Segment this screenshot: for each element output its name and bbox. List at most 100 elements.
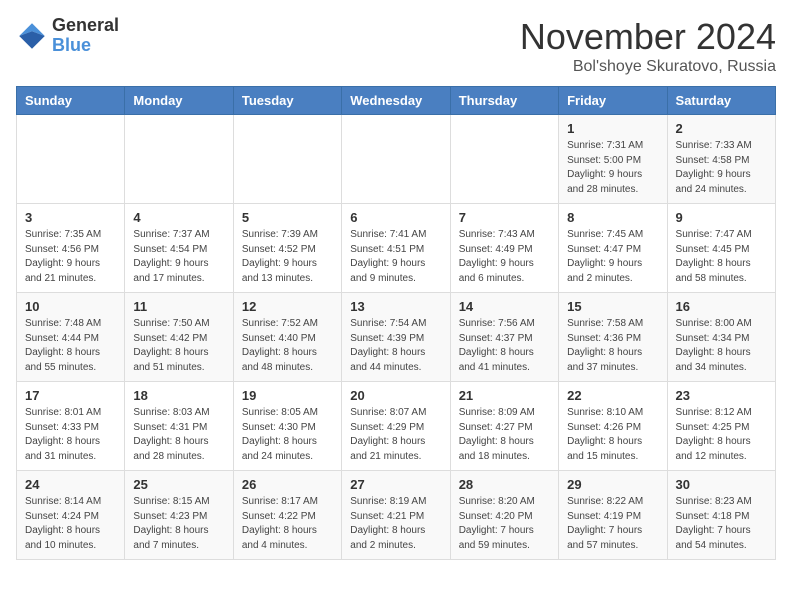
day-number: 13 xyxy=(350,299,441,314)
day-number: 14 xyxy=(459,299,550,314)
day-detail: Sunrise: 8:15 AM Sunset: 4:23 PM Dayligh… xyxy=(133,495,224,553)
day-cell: 8 Sunrise: 7:45 AM Sunset: 4:47 PM Daylig… xyxy=(559,204,667,293)
day-detail: Sunrise: 8:01 AM Sunset: 4:33 PM Dayligh… xyxy=(25,406,116,464)
day-detail: Sunrise: 7:52 AM Sunset: 4:40 PM Dayligh… xyxy=(242,317,333,375)
day-cell: 6 Sunrise: 7:41 AM Sunset: 4:51 PM Daylig… xyxy=(342,204,450,293)
day-cell: 11 Sunrise: 7:50 AM Sunset: 4:42 PM Dayli… xyxy=(125,293,233,382)
day-detail: Sunrise: 7:37 AM Sunset: 4:54 PM Dayligh… xyxy=(133,228,224,286)
week-row-3: 10 Sunrise: 7:48 AM Sunset: 4:44 PM Dayli… xyxy=(17,293,776,382)
day-number: 1 xyxy=(567,121,658,136)
day-detail: Sunrise: 8:10 AM Sunset: 4:26 PM Dayligh… xyxy=(567,406,658,464)
day-detail: Sunrise: 8:07 AM Sunset: 4:29 PM Dayligh… xyxy=(350,406,441,464)
day-number: 23 xyxy=(676,388,767,403)
logo-general-text: General xyxy=(52,16,119,36)
day-cell: 12 Sunrise: 7:52 AM Sunset: 4:40 PM Dayli… xyxy=(233,293,341,382)
day-cell: 24 Sunrise: 8:14 AM Sunset: 4:24 PM Dayli… xyxy=(17,471,125,560)
day-number: 26 xyxy=(242,477,333,492)
day-cell xyxy=(233,115,341,204)
month-title: November 2024 xyxy=(520,16,776,58)
day-detail: Sunrise: 8:00 AM Sunset: 4:34 PM Dayligh… xyxy=(676,317,767,375)
day-cell: 25 Sunrise: 8:15 AM Sunset: 4:23 PM Dayli… xyxy=(125,471,233,560)
day-number: 7 xyxy=(459,210,550,225)
day-detail: Sunrise: 7:48 AM Sunset: 4:44 PM Dayligh… xyxy=(25,317,116,375)
day-cell: 19 Sunrise: 8:05 AM Sunset: 4:30 PM Dayli… xyxy=(233,382,341,471)
day-cell: 3Sunrise: 7:35 AM Sunset: 4:56 PM Daylig… xyxy=(17,204,125,293)
calendar-table: SundayMondayTuesdayWednesdayThursdayFrid… xyxy=(16,86,776,560)
logo: General Blue xyxy=(16,16,119,56)
day-detail: Sunrise: 8:23 AM Sunset: 4:18 PM Dayligh… xyxy=(676,495,767,553)
day-cell xyxy=(17,115,125,204)
week-row-4: 17Sunrise: 8:01 AM Sunset: 4:33 PM Dayli… xyxy=(17,382,776,471)
day-number: 6 xyxy=(350,210,441,225)
day-number: 8 xyxy=(567,210,658,225)
title-section: November 2024 Bol'shoye Skuratovo, Russi… xyxy=(520,16,776,76)
day-detail: Sunrise: 7:54 AM Sunset: 4:39 PM Dayligh… xyxy=(350,317,441,375)
day-number: 10 xyxy=(25,299,116,314)
day-cell: 9Sunrise: 7:47 AM Sunset: 4:45 PM Daylig… xyxy=(667,204,775,293)
day-cell xyxy=(450,115,558,204)
weekday-header-wednesday: Wednesday xyxy=(342,87,450,115)
day-number: 29 xyxy=(567,477,658,492)
day-number: 19 xyxy=(242,388,333,403)
weekday-header-tuesday: Tuesday xyxy=(233,87,341,115)
day-cell: 1 Sunrise: 7:31 AM Sunset: 5:00 PM Daylig… xyxy=(559,115,667,204)
logo-icon xyxy=(16,20,48,52)
day-detail: Sunrise: 7:39 AM Sunset: 4:52 PM Dayligh… xyxy=(242,228,333,286)
day-detail: Sunrise: 8:03 AM Sunset: 4:31 PM Dayligh… xyxy=(133,406,224,464)
day-detail: Sunrise: 7:47 AM Sunset: 4:45 PM Dayligh… xyxy=(676,228,767,286)
day-cell: 10 Sunrise: 7:48 AM Sunset: 4:44 PM Dayli… xyxy=(17,293,125,382)
day-number: 27 xyxy=(350,477,441,492)
day-cell: 20Sunrise: 8:07 AM Sunset: 4:29 PM Dayli… xyxy=(342,382,450,471)
day-number: 5 xyxy=(242,210,333,225)
day-number: 4 xyxy=(133,210,224,225)
week-row-1: 1 Sunrise: 7:31 AM Sunset: 5:00 PM Daylig… xyxy=(17,115,776,204)
weekday-header-friday: Friday xyxy=(559,87,667,115)
day-number: 30 xyxy=(676,477,767,492)
day-number: 28 xyxy=(459,477,550,492)
day-detail: Sunrise: 7:41 AM Sunset: 4:51 PM Dayligh… xyxy=(350,228,441,286)
day-detail: Sunrise: 8:12 AM Sunset: 4:25 PM Dayligh… xyxy=(676,406,767,464)
day-number: 22 xyxy=(567,388,658,403)
day-cell: 4 Sunrise: 7:37 AM Sunset: 4:54 PM Daylig… xyxy=(125,204,233,293)
day-cell: 22 Sunrise: 8:10 AM Sunset: 4:26 PM Dayli… xyxy=(559,382,667,471)
day-cell: 7Sunrise: 7:43 AM Sunset: 4:49 PM Daylig… xyxy=(450,204,558,293)
day-detail: Sunrise: 7:50 AM Sunset: 4:42 PM Dayligh… xyxy=(133,317,224,375)
day-cell: 16Sunrise: 8:00 AM Sunset: 4:34 PM Dayli… xyxy=(667,293,775,382)
day-cell xyxy=(125,115,233,204)
day-detail: Sunrise: 7:35 AM Sunset: 4:56 PM Dayligh… xyxy=(25,228,116,286)
week-row-5: 24 Sunrise: 8:14 AM Sunset: 4:24 PM Dayli… xyxy=(17,471,776,560)
day-detail: Sunrise: 8:20 AM Sunset: 4:20 PM Dayligh… xyxy=(459,495,550,553)
day-detail: Sunrise: 8:14 AM Sunset: 4:24 PM Dayligh… xyxy=(25,495,116,553)
day-cell: 27Sunrise: 8:19 AM Sunset: 4:21 PM Dayli… xyxy=(342,471,450,560)
day-number: 18 xyxy=(133,388,224,403)
location-title: Bol'shoye Skuratovo, Russia xyxy=(520,58,776,76)
weekday-header-monday: Monday xyxy=(125,87,233,115)
day-cell: 2Sunrise: 7:33 AM Sunset: 4:58 PM Daylig… xyxy=(667,115,775,204)
day-cell: 29 Sunrise: 8:22 AM Sunset: 4:19 PM Dayli… xyxy=(559,471,667,560)
logo-blue-text: Blue xyxy=(52,36,119,56)
day-cell: 14Sunrise: 7:56 AM Sunset: 4:37 PM Dayli… xyxy=(450,293,558,382)
day-number: 25 xyxy=(133,477,224,492)
day-cell: 26Sunrise: 8:17 AM Sunset: 4:22 PM Dayli… xyxy=(233,471,341,560)
day-cell: 13 Sunrise: 7:54 AM Sunset: 4:39 PM Dayli… xyxy=(342,293,450,382)
day-number: 11 xyxy=(133,299,224,314)
day-number: 15 xyxy=(567,299,658,314)
weekday-header-saturday: Saturday xyxy=(667,87,775,115)
day-number: 12 xyxy=(242,299,333,314)
day-cell: 15 Sunrise: 7:58 AM Sunset: 4:36 PM Dayli… xyxy=(559,293,667,382)
day-detail: Sunrise: 8:22 AM Sunset: 4:19 PM Dayligh… xyxy=(567,495,658,553)
day-cell: 21Sunrise: 8:09 AM Sunset: 4:27 PM Dayli… xyxy=(450,382,558,471)
header: General Blue November 2024 Bol'shoye Sku… xyxy=(16,16,776,76)
weekday-header-row: SundayMondayTuesdayWednesdayThursdayFrid… xyxy=(17,87,776,115)
day-cell: 17Sunrise: 8:01 AM Sunset: 4:33 PM Dayli… xyxy=(17,382,125,471)
day-detail: Sunrise: 7:45 AM Sunset: 4:47 PM Dayligh… xyxy=(567,228,658,286)
day-detail: Sunrise: 8:05 AM Sunset: 4:30 PM Dayligh… xyxy=(242,406,333,464)
day-cell: 5 Sunrise: 7:39 AM Sunset: 4:52 PM Daylig… xyxy=(233,204,341,293)
day-detail: Sunrise: 7:31 AM Sunset: 5:00 PM Dayligh… xyxy=(567,139,658,197)
day-detail: Sunrise: 7:58 AM Sunset: 4:36 PM Dayligh… xyxy=(567,317,658,375)
day-cell: 28 Sunrise: 8:20 AM Sunset: 4:20 PM Dayli… xyxy=(450,471,558,560)
day-cell: 30 Sunrise: 8:23 AM Sunset: 4:18 PM Dayli… xyxy=(667,471,775,560)
day-number: 24 xyxy=(25,477,116,492)
day-cell: 18 Sunrise: 8:03 AM Sunset: 4:31 PM Dayli… xyxy=(125,382,233,471)
weekday-header-sunday: Sunday xyxy=(17,87,125,115)
